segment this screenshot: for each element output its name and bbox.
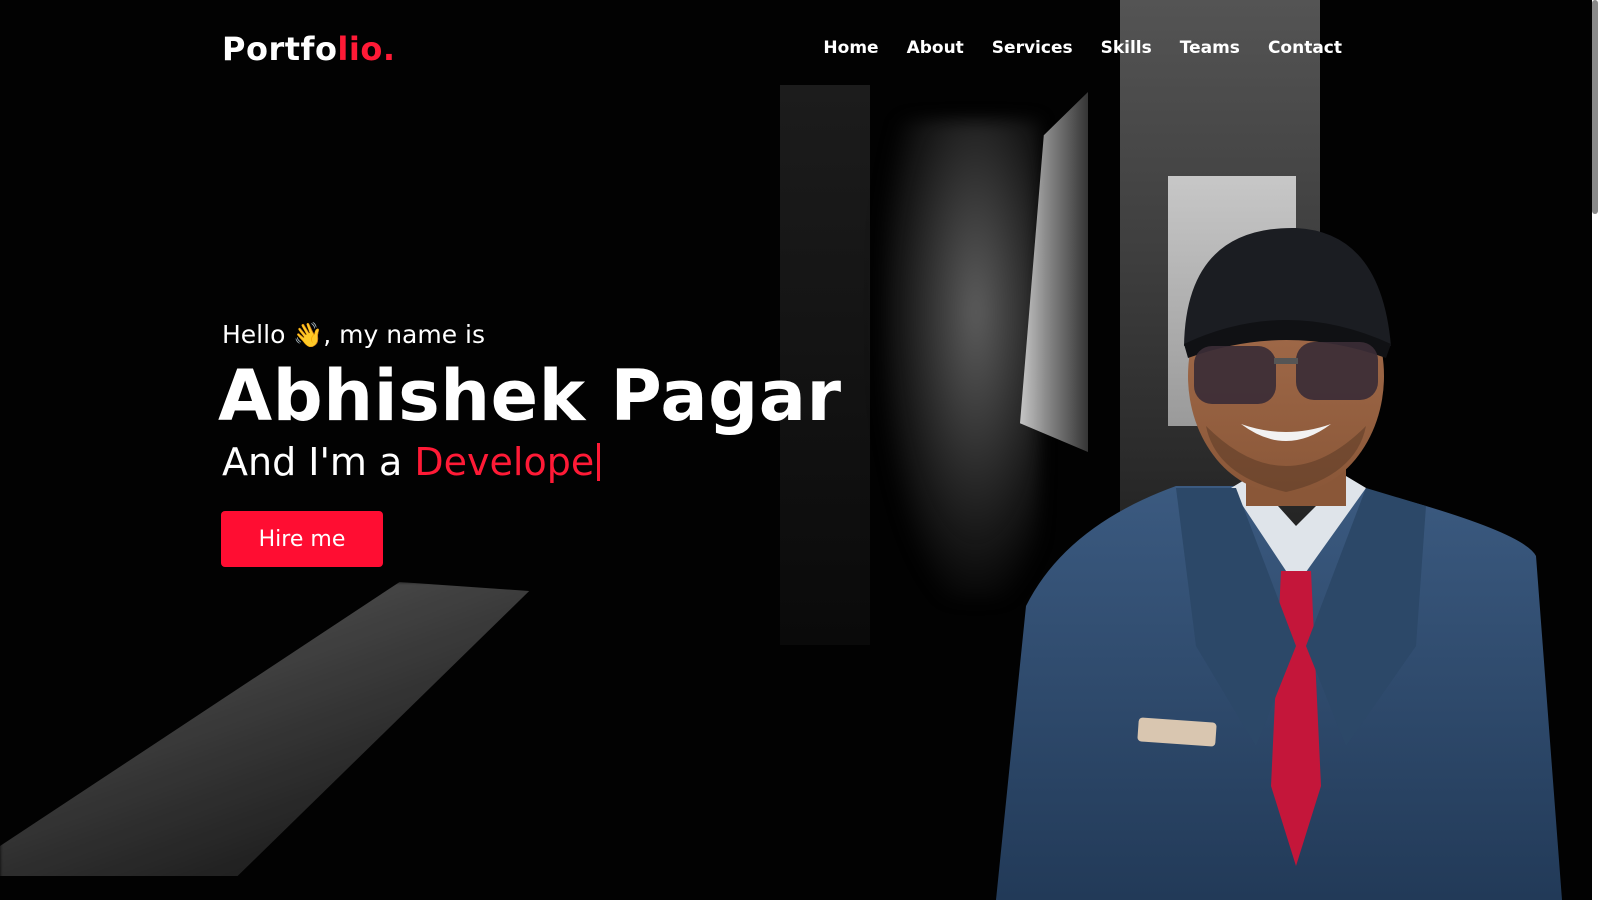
- hero-greeting: Hello 👋, my name is: [222, 320, 485, 349]
- main-nav: Home About Services Skills Teams Contact: [823, 38, 1342, 58]
- background-light-beam: [0, 582, 530, 876]
- scrollbar-thumb[interactable]: [1592, 0, 1598, 214]
- greeting-before: Hello: [222, 320, 294, 349]
- logo-accent-text: lio.: [337, 30, 396, 68]
- nav-home[interactable]: Home: [823, 38, 878, 58]
- waving-hand-icon: 👋: [293, 321, 324, 349]
- role-prefix: And I'm a: [222, 440, 415, 484]
- typed-role: Develope: [414, 440, 595, 484]
- nav-contact[interactable]: Contact: [1268, 38, 1342, 58]
- portfolio-page: Portfolio. Home About Services Skills Te…: [0, 0, 1600, 900]
- hire-me-button[interactable]: Hire me: [221, 511, 383, 567]
- greeting-after: , my name is: [323, 320, 486, 349]
- nav-services[interactable]: Services: [992, 38, 1073, 58]
- hero-role-line: And I'm a Develope: [222, 440, 601, 484]
- site-logo[interactable]: Portfolio.: [222, 30, 396, 68]
- nav-about[interactable]: About: [907, 38, 964, 58]
- nav-skills[interactable]: Skills: [1101, 38, 1152, 58]
- profile-photo: [996, 227, 1562, 900]
- hero-name: Abhishek Pagar: [218, 355, 842, 437]
- typing-caret: [597, 443, 601, 481]
- logo-main-text: Portfo: [222, 30, 338, 68]
- nav-teams[interactable]: Teams: [1180, 38, 1240, 58]
